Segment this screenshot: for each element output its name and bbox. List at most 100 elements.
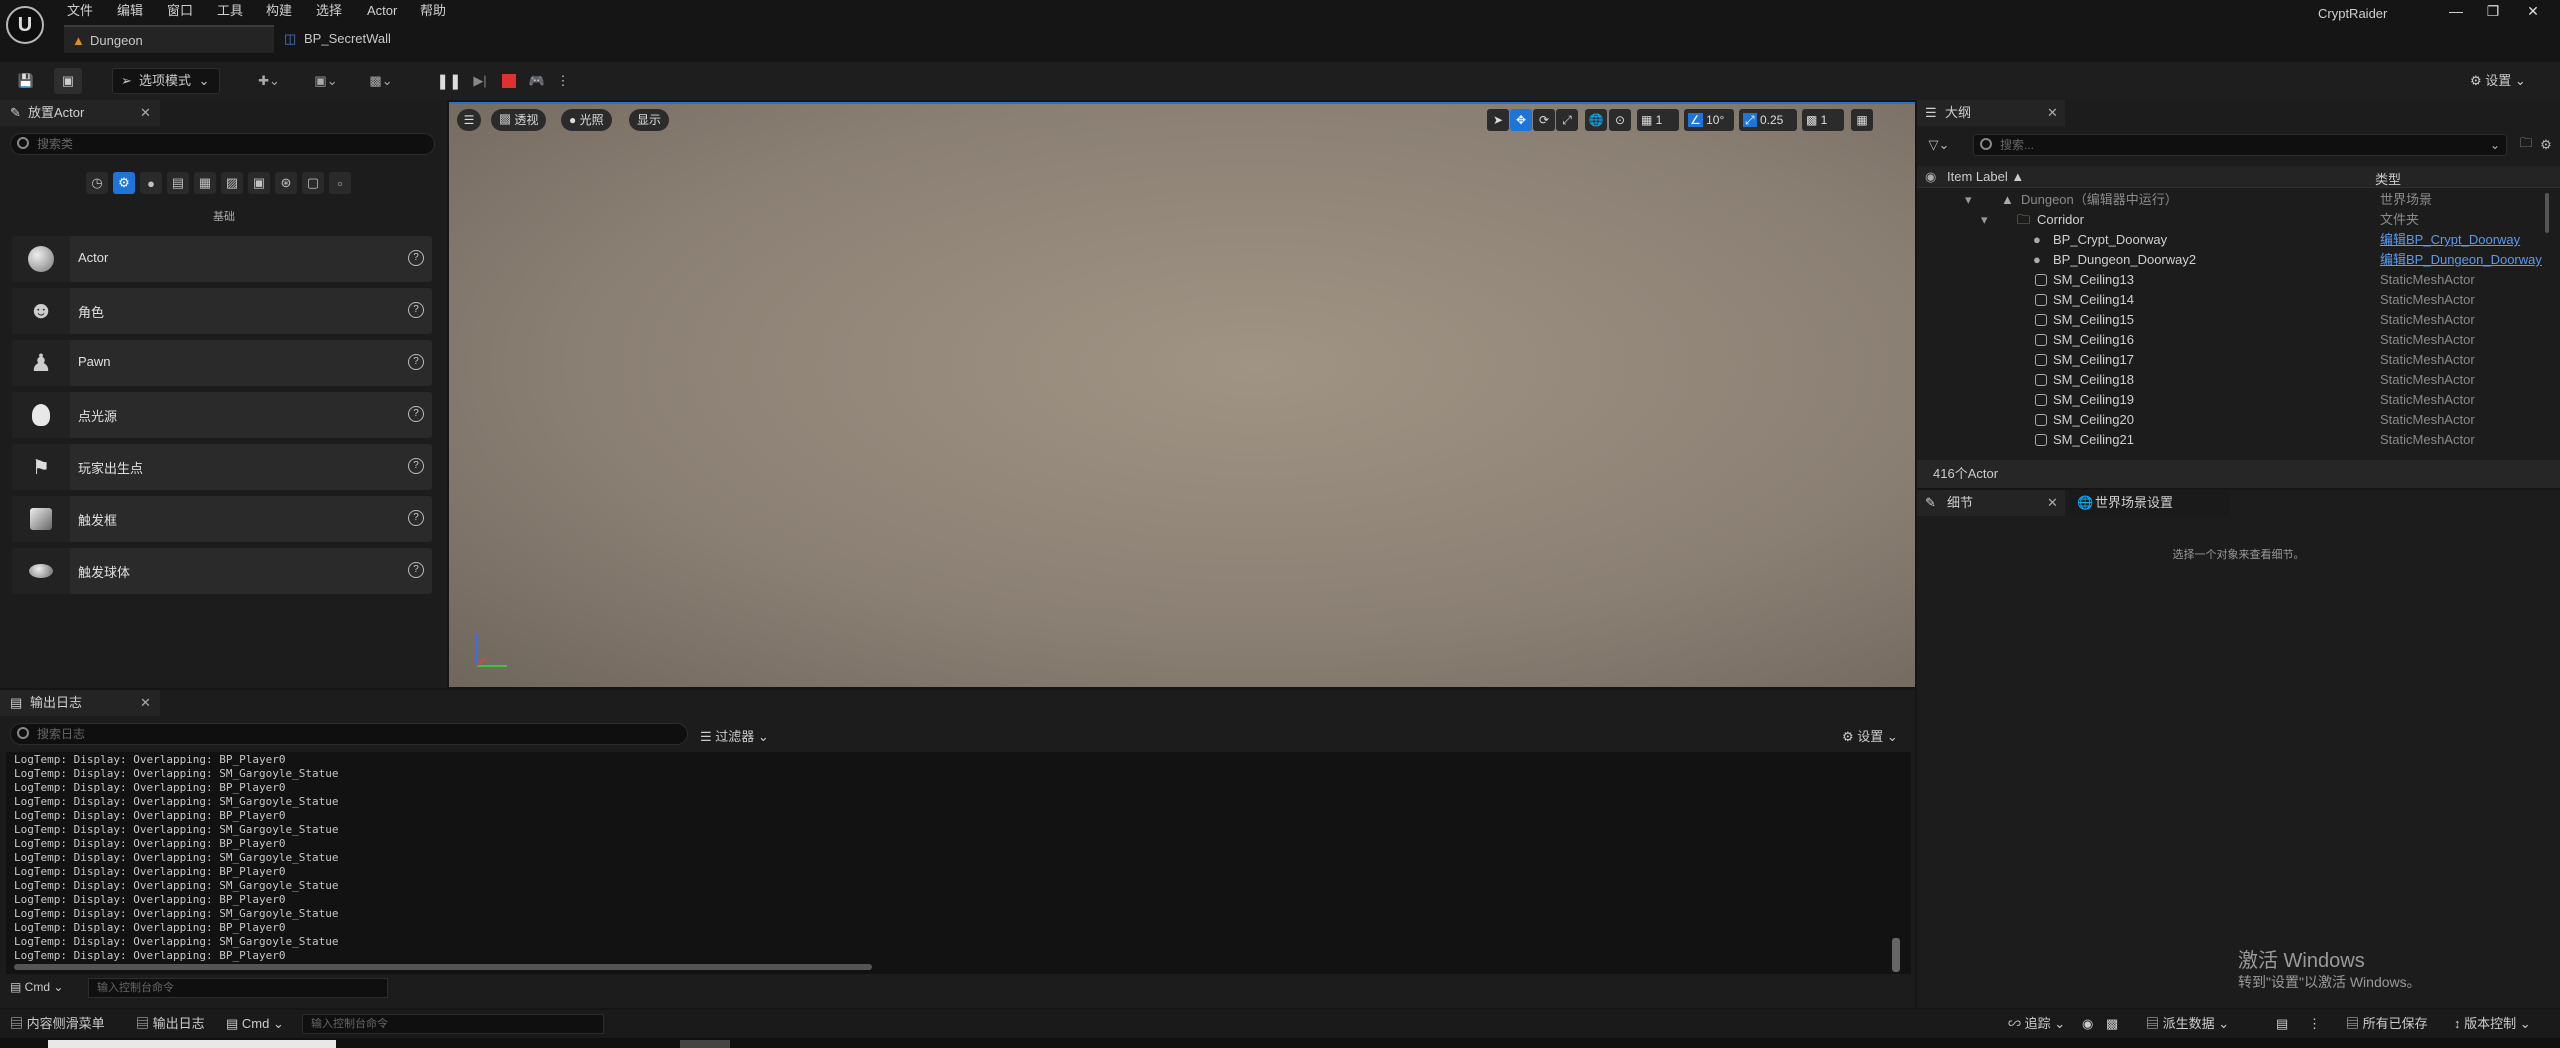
mesh-icon[interactable]: ▫ xyxy=(329,172,351,194)
content-drawer-button[interactable]: ▤ 内容侧滑菜单 xyxy=(10,1010,105,1038)
close-icon[interactable]: ✕ xyxy=(140,100,151,126)
source-control-button[interactable]: ↕ 版本控制 ⌄ xyxy=(2454,1010,2531,1038)
outliner-row[interactable]: SM_Ceiling17 StaticMeshActor xyxy=(1925,350,2560,370)
actor-item-pawn[interactable]: ♟ Pawn ? xyxy=(12,340,432,386)
level-viewport[interactable]: ☰ ▩ 透视 ● 光照 显示 ➤ ✥ ⟳ ⤢ 🌐 ⊙ ▦ 1 ∠ 10° ⤢ 0… xyxy=(449,102,1915,687)
actor-item-player-start[interactable]: ⚑ 玩家出生点 ? xyxy=(12,444,432,490)
maximize-viewport-icon[interactable]: ▦ xyxy=(1851,109,1873,131)
menu-build[interactable]: 构建 xyxy=(266,1,292,21)
menu-file[interactable]: 文件 xyxy=(67,1,93,21)
outliner-row[interactable]: SM_Ceiling19 StaticMeshActor xyxy=(1925,390,2560,410)
outliner-row[interactable]: SM_Ceiling16 StaticMeshActor xyxy=(1925,330,2560,350)
outliner-row[interactable]: ▾ ▲ Dungeon（编辑器中运行） 世界场景 xyxy=(1925,190,2560,210)
outliner-row[interactable]: ● BP_Crypt_Doorway 编辑BP_Crypt_Doorway xyxy=(1925,230,2560,250)
help-icon[interactable]: ? xyxy=(408,250,424,266)
actor-item-actor[interactable]: Actor ? xyxy=(12,236,432,282)
play-options-icon[interactable]: ⋮ xyxy=(556,68,570,94)
geometry-icon[interactable]: ▨ xyxy=(221,172,243,194)
help-icon[interactable]: ? xyxy=(408,510,424,526)
expand-arrow-icon[interactable]: ▾ xyxy=(1965,190,1972,210)
visibility-icon[interactable]: ◉ xyxy=(1925,169,1936,185)
statusbar-cmd-input[interactable]: 输入控制台命令 xyxy=(302,1014,604,1034)
log-hscrollbar[interactable] xyxy=(14,964,872,970)
volumes-icon[interactable]: ▣ xyxy=(248,172,270,194)
col-type[interactable]: 类型 xyxy=(2375,169,2401,188)
surface-snap-icon[interactable]: ⊙ xyxy=(1609,109,1631,131)
grid-snap-button[interactable]: ▦ 1 xyxy=(1637,109,1679,131)
viewport-options-icon[interactable]: ☰ xyxy=(457,109,481,131)
details-tab[interactable]: ✎ 细节 ✕ xyxy=(1917,490,2065,516)
log-vscrollbar[interactable] xyxy=(1892,938,1900,972)
cinematic-icon[interactable]: ▤ xyxy=(167,172,189,194)
eject-gamepad-icon[interactable]: 🎮 xyxy=(524,68,550,94)
all-saved-button[interactable]: ▤ 所有已保存 xyxy=(2346,1010,2428,1038)
unreal-logo-icon[interactable]: U xyxy=(6,6,44,44)
outliner-row[interactable]: ▾ 🗀 Corridor 文件夹 xyxy=(1925,210,2560,230)
translate-tool-icon[interactable]: ✥ xyxy=(1510,109,1532,131)
outliner-search[interactable]: 搜索... ⌄ xyxy=(1973,134,2507,156)
col-item-label[interactable]: Item Label ▲ xyxy=(1947,169,2024,184)
perspective-button[interactable]: ▩ 透视 xyxy=(491,109,547,131)
menu-select[interactable]: 选择 xyxy=(316,1,342,21)
log-settings-button[interactable]: ⚙ 设置 ⌄ xyxy=(1842,726,1898,745)
menu-actor[interactable]: Actor xyxy=(367,1,397,21)
outliner-row[interactable]: SM_Ceiling15 StaticMeshActor xyxy=(1925,310,2560,330)
close-window-icon[interactable]: ✕ xyxy=(2510,0,2556,22)
gear-icon[interactable]: ⚙ xyxy=(2537,135,2555,155)
stop-icon[interactable] xyxy=(498,68,520,94)
edit-blueprint-link[interactable]: 编辑BP_Dungeon_Doorway xyxy=(2380,250,2542,270)
taskbar-item[interactable] xyxy=(680,1040,730,1048)
menu-tools[interactable]: 工具 xyxy=(217,1,243,21)
outliner-row[interactable]: SM_Ceiling14 StaticMeshActor xyxy=(1925,290,2560,310)
record-icon[interactable]: ◉ xyxy=(2082,1010,2093,1038)
all-classes-icon[interactable]: ⊛ xyxy=(275,172,297,194)
actor-item-trigger-box[interactable]: 触发框 ? xyxy=(12,496,432,542)
derived-data-button[interactable]: ▤ 派生数据 ⌄ xyxy=(2146,1010,2229,1038)
outliner-row[interactable]: SM_Ceiling13 StaticMeshActor xyxy=(1925,270,2560,290)
log-cmd-input[interactable]: 输入控制台命令 xyxy=(88,978,388,998)
world-settings-tab[interactable]: 🌐 世界场景设置 xyxy=(2069,490,2229,516)
show-button[interactable]: 显示 xyxy=(629,109,670,131)
scale-tool-icon[interactable]: ⤢ xyxy=(1556,109,1578,131)
pause-icon[interactable]: ❚❚ xyxy=(436,68,462,94)
menu-window[interactable]: 窗口 xyxy=(167,1,193,21)
outliner-tab[interactable]: ☰ 大纲 ✕ xyxy=(1917,100,2065,126)
select-tool-icon[interactable]: ➤ xyxy=(1487,109,1509,131)
menu-edit[interactable]: 编辑 xyxy=(117,1,143,21)
expand-arrow-icon[interactable]: ▾ xyxy=(1981,210,1988,230)
place-actors-tab[interactable]: ✎ 放置Actor ✕ xyxy=(0,100,160,126)
world-space-icon[interactable]: 🌐 xyxy=(1585,109,1607,131)
close-icon[interactable]: ✕ xyxy=(2047,490,2058,516)
help-icon[interactable]: ? xyxy=(408,406,424,422)
statusbar-output-log-button[interactable]: ▤ 输出日志 xyxy=(136,1010,205,1038)
save-icon[interactable]: 💾 xyxy=(14,68,38,94)
place-actors-search[interactable]: 搜索类 xyxy=(10,133,435,155)
actor-item-character[interactable]: ☻ 角色 ? xyxy=(12,288,432,334)
log-cmd-button[interactable]: ▤ Cmd ⌄ xyxy=(10,980,63,994)
scale-snap-button[interactable]: ⤢ 0.25 xyxy=(1739,109,1797,131)
outliner-row[interactable]: SM_Ceiling21 StaticMeshActor xyxy=(1925,430,2560,450)
tab-bp-secretwall[interactable]: ◫ BP_SecretWall xyxy=(278,25,478,53)
actor-item-point-light[interactable]: 点光源 ? xyxy=(12,392,432,438)
outliner-scrollbar[interactable] xyxy=(2545,193,2549,233)
menu-help[interactable]: 帮助 xyxy=(420,1,446,21)
screenshot-icon[interactable]: ▩ xyxy=(2106,1010,2118,1038)
add-content-icon[interactable]: ✚⌄ xyxy=(250,68,288,94)
tab-dungeon[interactable]: ▲ Dungeon xyxy=(64,25,274,53)
help-icon[interactable]: ? xyxy=(408,354,424,370)
rotation-snap-button[interactable]: ∠ 10° xyxy=(1684,109,1734,131)
visual-effects-icon[interactable]: ▦ xyxy=(194,172,216,194)
blueprint-menu-icon[interactable]: ▣⌄ xyxy=(305,68,347,94)
more-icon[interactable]: ⋮ xyxy=(2308,1010,2321,1038)
actor-item-trigger-sphere[interactable]: 触发球体 ? xyxy=(12,548,432,594)
step-icon[interactable]: ▶| xyxy=(468,68,492,94)
close-icon[interactable]: ✕ xyxy=(140,690,151,716)
edit-blueprint-link[interactable]: 编辑BP_Crypt_Doorway xyxy=(2380,230,2520,250)
statusbar-cmd-button[interactable]: ▤ Cmd ⌄ xyxy=(226,1010,284,1038)
lighting-button[interactable]: ● 光照 xyxy=(561,109,612,131)
camera-speed-button[interactable]: ▩ 1 xyxy=(1802,109,1844,131)
lights-icon[interactable]: ● xyxy=(140,172,162,194)
outliner-row[interactable]: SM_Ceiling18 StaticMeshActor xyxy=(1925,370,2560,390)
cinematics-icon[interactable]: ▩⌄ xyxy=(360,68,402,94)
help-icon[interactable]: ? xyxy=(408,458,424,474)
